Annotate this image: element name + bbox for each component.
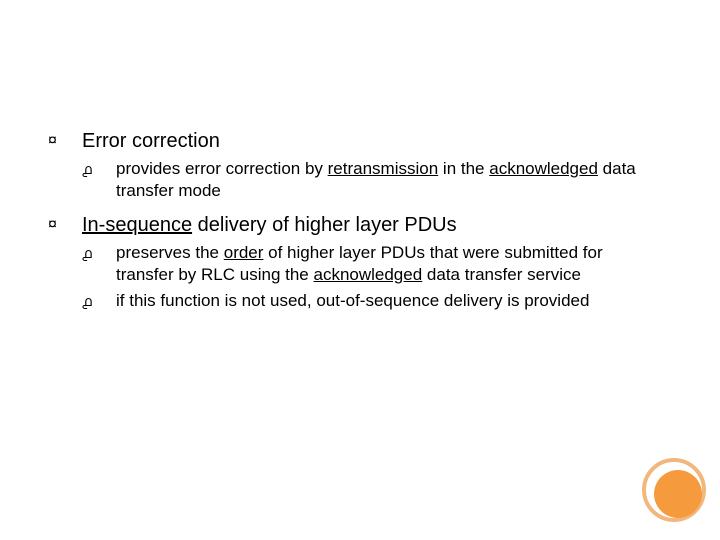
bullet-icon: ൧ [82, 290, 116, 312]
text-run: data transfer service [422, 265, 581, 284]
text-run: if this function is not used, out-of-seq… [116, 291, 589, 310]
text-run: delivery of higher layer PDUs [192, 214, 457, 236]
text-run-underline: retransmission [328, 159, 439, 178]
content-area: ¤ Error correction ൧ provides error corr… [48, 128, 660, 322]
text-run: preserves the [116, 243, 224, 262]
sub-list: ൧ preserves the order of higher layer PD… [82, 242, 660, 312]
slide: ¤ Error correction ൧ provides error corr… [0, 0, 720, 540]
bullet-icon: ¤ [48, 128, 82, 154]
sub-list-item-text: provides error correction by retransmiss… [116, 158, 660, 202]
sub-list-item-text: preserves the order of higher layer PDUs… [116, 242, 660, 286]
list-item: ¤ Error correction [48, 128, 660, 154]
bullet-icon: ൧ [82, 158, 116, 180]
text-run-underline: acknowledged [489, 159, 598, 178]
sub-list-item: ൧ if this function is not used, out-of-s… [82, 290, 660, 312]
bullet-icon: ൧ [82, 242, 116, 264]
text-run-underline: acknowledged [313, 265, 422, 284]
decorative-circle-icon [654, 470, 702, 518]
sub-list-item: ൧ preserves the order of higher layer PD… [82, 242, 660, 286]
list-item: ¤ In-sequence delivery of higher layer P… [48, 212, 660, 238]
sub-list-item: ൧ provides error correction by retransmi… [82, 158, 660, 202]
text-run: provides error correction by [116, 159, 328, 178]
text-run-underline: In-sequence [82, 214, 192, 236]
list-item-label: In-sequence delivery of higher layer PDU… [82, 212, 457, 238]
bullet-icon: ¤ [48, 212, 82, 238]
list-item-label: Error correction [82, 128, 220, 154]
sub-list: ൧ provides error correction by retransmi… [82, 158, 660, 202]
sub-list-item-text: if this function is not used, out-of-seq… [116, 290, 589, 312]
text-run-underline: order [224, 243, 264, 262]
text-run: in the [438, 159, 489, 178]
